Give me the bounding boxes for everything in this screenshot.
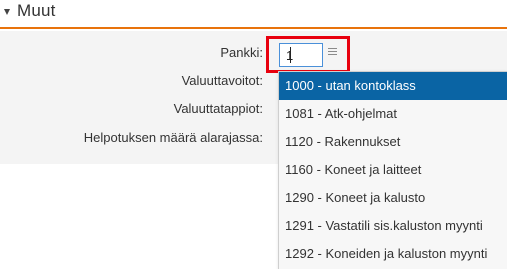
- dropdown-item[interactable]: 1000 - utan kontoklass: [279, 72, 507, 100]
- dropdown-item[interactable]: 1081 - Atk-ohjelmat: [279, 100, 507, 128]
- dropdown-item[interactable]: 1120 - Rakennukset: [279, 128, 507, 156]
- valuuttavoitot-label: Valuuttavoitot:: [181, 73, 263, 88]
- account-dropdown[interactable]: 1000 - utan kontoklass 1081 - Atk-ohjelma…: [278, 71, 507, 269]
- pankki-input[interactable]: [279, 43, 323, 67]
- dropdown-item[interactable]: 1292 - Koneiden ja kaluston myynti: [279, 240, 507, 268]
- dropdown-item[interactable]: 1291 - Vastatili sis.kaluston myynti: [279, 212, 507, 240]
- dropdown-item[interactable]: 1290 - Koneet ja kalusto: [279, 184, 507, 212]
- valuuttatappiot-label: Valuuttatappiot:: [173, 101, 263, 116]
- dropdown-item[interactable]: 1160 - Koneet ja laitteet: [279, 156, 507, 184]
- text-cursor: [290, 47, 291, 63]
- page: Muut Pankki: Valuuttavoitot: Valuuttatap…: [0, 0, 507, 269]
- list-icon[interactable]: [328, 48, 337, 58]
- section-title: Muut: [17, 1, 56, 20]
- collapse-triangle-icon[interactable]: [4, 9, 10, 15]
- section-header[interactable]: Muut: [0, 0, 507, 29]
- pankki-label: Pankki:: [220, 45, 263, 60]
- helpotus-label: Helpotuksen määrä alarajassa:: [83, 130, 263, 145]
